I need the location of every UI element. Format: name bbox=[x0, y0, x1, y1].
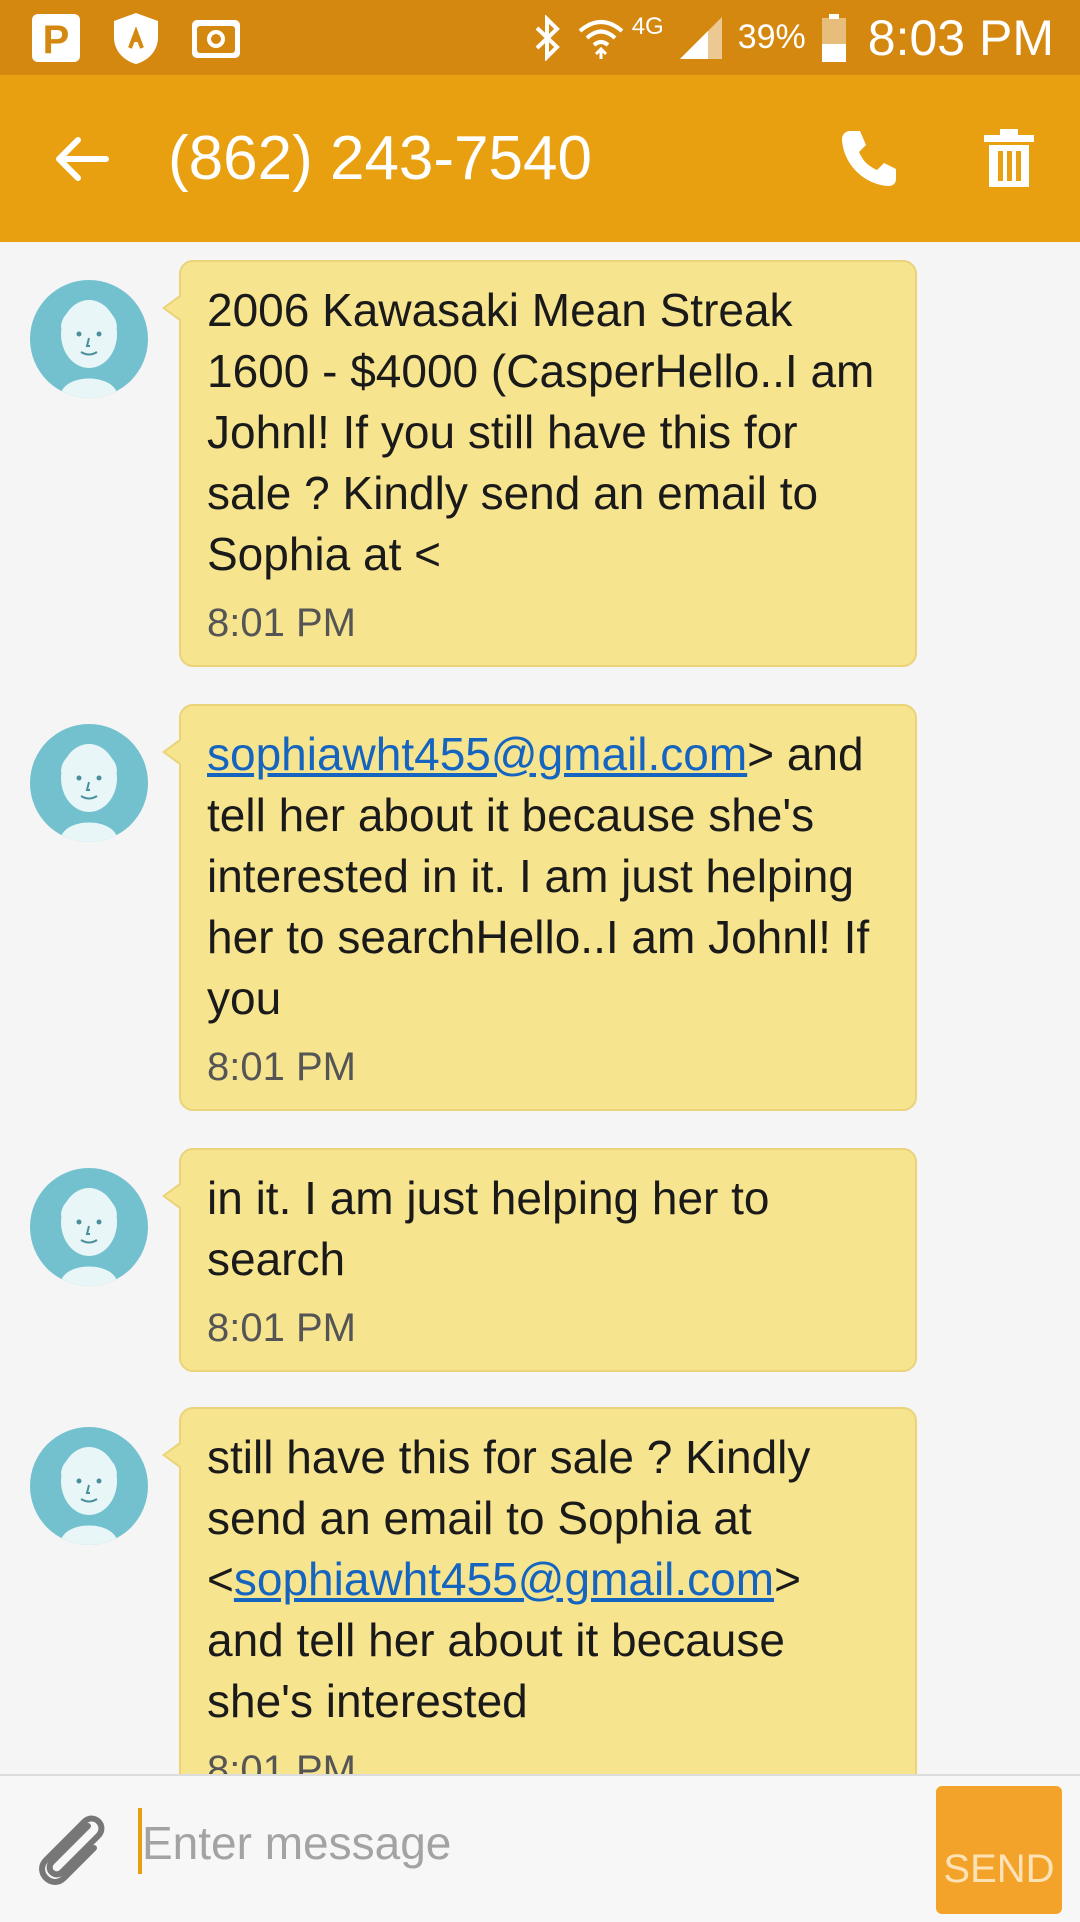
network-type: 4G bbox=[631, 12, 664, 40]
message-bubble[interactable]: sophiawht455@gmail.com> and tell her abo… bbox=[162, 704, 917, 1111]
email-link[interactable]: sophiawht455@gmail.com bbox=[207, 728, 747, 780]
compose-bar: SEND bbox=[0, 1774, 1080, 1922]
send-button[interactable]: SEND bbox=[936, 1786, 1062, 1914]
camera-icon bbox=[192, 20, 240, 58]
message-text: still have this for sale ? Kindly send a… bbox=[207, 1431, 811, 1727]
contact-avatar[interactable] bbox=[30, 1427, 148, 1545]
message-time: 8:01 PM bbox=[207, 1748, 356, 1774]
clock: 8:03 PM bbox=[867, 9, 1054, 66]
message-time: 8:01 PM bbox=[207, 601, 356, 645]
message-bubble[interactable]: 2006 Kawasaki Mean Streak 1600 - $4000 (… bbox=[162, 260, 917, 667]
person-icon bbox=[60, 300, 118, 398]
message-bubble[interactable]: in it. I am just helping her to search 8… bbox=[162, 1148, 917, 1372]
message-input[interactable] bbox=[138, 1802, 924, 1884]
signal-icon bbox=[679, 16, 722, 59]
message-text: sophiawht455@gmail.com> and tell her abo… bbox=[207, 728, 870, 1024]
message-time: 8:01 PM bbox=[207, 1045, 356, 1089]
contact-avatar[interactable] bbox=[30, 724, 148, 842]
message-text: in it. I am just helping her to search bbox=[207, 1172, 770, 1285]
svg-text:P: P bbox=[43, 18, 70, 62]
message-list[interactable]: 2006 Kawasaki Mean Streak 1600 - $4000 (… bbox=[0, 242, 1080, 1774]
contact-avatar[interactable] bbox=[30, 1168, 148, 1286]
status-bar: P 4G 39% 8:03 PM bbox=[0, 0, 1080, 75]
wifi-icon bbox=[578, 19, 624, 59]
email-link[interactable]: sophiawht455@gmail.com bbox=[234, 1553, 774, 1605]
app-bar: (862) 243-7540 bbox=[0, 75, 1080, 242]
paperclip-icon[interactable] bbox=[28, 1806, 118, 1896]
parking-icon: P bbox=[32, 14, 80, 62]
battery-percent: 39% bbox=[737, 18, 806, 56]
phone-icon[interactable] bbox=[836, 125, 902, 191]
bluetooth-icon bbox=[535, 14, 560, 61]
message-bubble[interactable]: still have this for sale ? Kindly send a… bbox=[162, 1407, 917, 1774]
person-icon bbox=[60, 744, 118, 842]
message-time: 8:01 PM bbox=[207, 1306, 356, 1350]
person-icon bbox=[60, 1447, 118, 1545]
battery-icon bbox=[821, 13, 846, 62]
trash-icon[interactable] bbox=[976, 125, 1042, 191]
person-icon bbox=[60, 1188, 118, 1286]
contact-avatar[interactable] bbox=[30, 280, 148, 398]
shield-icon bbox=[114, 13, 158, 64]
conversation-title: (862) 243-7540 bbox=[168, 124, 592, 193]
back-arrow-icon[interactable] bbox=[50, 127, 114, 191]
message-text: 2006 Kawasaki Mean Streak 1600 - $4000 (… bbox=[207, 284, 875, 580]
